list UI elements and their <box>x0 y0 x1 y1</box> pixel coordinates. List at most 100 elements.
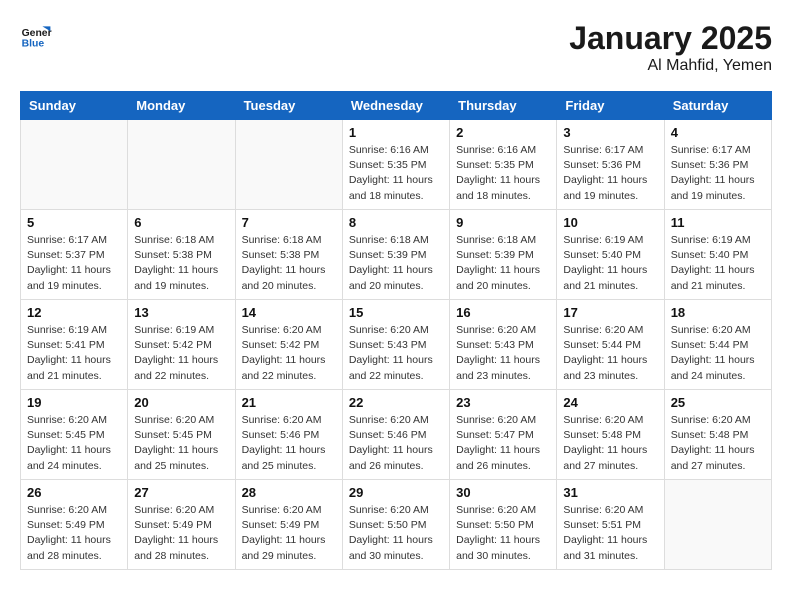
day-info: Sunrise: 6:20 AM Sunset: 5:50 PM Dayligh… <box>349 503 443 564</box>
day-info: Sunrise: 6:18 AM Sunset: 5:38 PM Dayligh… <box>134 233 228 294</box>
day-info: Sunrise: 6:18 AM Sunset: 5:38 PM Dayligh… <box>242 233 336 294</box>
day-info: Sunrise: 6:19 AM Sunset: 5:40 PM Dayligh… <box>563 233 657 294</box>
calendar-cell: 12 Sunrise: 6:19 AM Sunset: 5:41 PM Dayli… <box>21 300 128 390</box>
day-info: Sunrise: 6:20 AM Sunset: 5:46 PM Dayligh… <box>349 413 443 474</box>
calendar-title: January 2025 Al Mahfid, Yemen <box>569 20 772 75</box>
calendar-cell: 20Sunrise: 6:20 AM Sunset: 5:45 PM Dayli… <box>128 390 235 480</box>
calendar-cell: 14Sunrise: 6:20 AM Sunset: 5:42 PM Dayli… <box>235 300 342 390</box>
week-row-3: 12 Sunrise: 6:19 AM Sunset: 5:41 PM Dayli… <box>21 300 772 390</box>
calendar-cell <box>664 480 771 570</box>
day-header-thursday: Thursday <box>450 92 557 120</box>
day-info: Sunrise: 6:20 AM Sunset: 5:43 PM Dayligh… <box>349 323 443 384</box>
day-header-sunday: Sunday <box>21 92 128 120</box>
week-row-2: 5 Sunrise: 6:17 AM Sunset: 5:37 PM Daylig… <box>21 210 772 300</box>
calendar-cell: 16 Sunrise: 6:20 AM Sunset: 5:43 PM Dayli… <box>450 300 557 390</box>
day-info: Sunrise: 6:20 AM Sunset: 5:49 PM Dayligh… <box>242 503 336 564</box>
calendar-cell: 28 Sunrise: 6:20 AM Sunset: 5:49 PM Dayli… <box>235 480 342 570</box>
calendar-cell: 17 Sunrise: 6:20 AM Sunset: 5:44 PM Dayli… <box>557 300 664 390</box>
day-info: Sunrise: 6:20 AM Sunset: 5:47 PM Dayligh… <box>456 413 550 474</box>
day-info: Sunrise: 6:19 AM Sunset: 5:42 PM Dayligh… <box>134 323 228 384</box>
page-header: General Blue January 2025 Al Mahfid, Yem… <box>20 20 772 75</box>
day-header-monday: Monday <box>128 92 235 120</box>
calendar-cell: 29 Sunrise: 6:20 AM Sunset: 5:50 PM Dayli… <box>342 480 449 570</box>
day-number: 28 <box>242 485 336 500</box>
day-info: Sunrise: 6:20 AM Sunset: 5:46 PM Dayligh… <box>242 413 336 474</box>
day-header-wednesday: Wednesday <box>342 92 449 120</box>
day-number: 30 <box>456 485 550 500</box>
day-info: Sunrise: 6:19 AM Sunset: 5:41 PM Dayligh… <box>27 323 121 384</box>
calendar-cell: 25Sunrise: 6:20 AM Sunset: 5:48 PM Dayli… <box>664 390 771 480</box>
day-number: 27 <box>134 485 228 500</box>
day-number: 10 <box>563 215 657 230</box>
calendar-cell: 2 Sunrise: 6:16 AM Sunset: 5:35 PM Daylig… <box>450 120 557 210</box>
calendar-cell: 27 Sunrise: 6:20 AM Sunset: 5:49 PM Dayli… <box>128 480 235 570</box>
calendar-cell: 24Sunrise: 6:20 AM Sunset: 5:48 PM Dayli… <box>557 390 664 480</box>
week-row-1: 1 Sunrise: 6:16 AM Sunset: 5:35 PM Daylig… <box>21 120 772 210</box>
calendar-cell: 6 Sunrise: 6:18 AM Sunset: 5:38 PM Daylig… <box>128 210 235 300</box>
logo-icon: General Blue <box>20 20 52 52</box>
day-number: 3 <box>563 125 657 140</box>
calendar-cell <box>128 120 235 210</box>
day-info: Sunrise: 6:20 AM Sunset: 5:48 PM Dayligh… <box>563 413 657 474</box>
day-number: 15 <box>349 305 443 320</box>
day-number: 11 <box>671 215 765 230</box>
calendar-table: SundayMondayTuesdayWednesdayThursdayFrid… <box>20 91 772 570</box>
day-info: Sunrise: 6:16 AM Sunset: 5:35 PM Dayligh… <box>456 143 550 204</box>
calendar-cell: 23Sunrise: 6:20 AM Sunset: 5:47 PM Dayli… <box>450 390 557 480</box>
calendar-cell: 21Sunrise: 6:20 AM Sunset: 5:46 PM Dayli… <box>235 390 342 480</box>
day-number: 18 <box>671 305 765 320</box>
day-number: 31 <box>563 485 657 500</box>
calendar-cell: 9 Sunrise: 6:18 AM Sunset: 5:39 PM Daylig… <box>450 210 557 300</box>
day-info: Sunrise: 6:17 AM Sunset: 5:37 PM Dayligh… <box>27 233 121 294</box>
day-info: Sunrise: 6:20 AM Sunset: 5:43 PM Dayligh… <box>456 323 550 384</box>
svg-text:General: General <box>22 28 52 39</box>
day-info: Sunrise: 6:16 AM Sunset: 5:35 PM Dayligh… <box>349 143 443 204</box>
day-number: 5 <box>27 215 121 230</box>
logo: General Blue <box>20 20 52 52</box>
day-info: Sunrise: 6:20 AM Sunset: 5:44 PM Dayligh… <box>671 323 765 384</box>
day-number: 6 <box>134 215 228 230</box>
day-info: Sunrise: 6:20 AM Sunset: 5:44 PM Dayligh… <box>563 323 657 384</box>
calendar-cell: 15 Sunrise: 6:20 AM Sunset: 5:43 PM Dayli… <box>342 300 449 390</box>
day-info: Sunrise: 6:20 AM Sunset: 5:45 PM Dayligh… <box>27 413 121 474</box>
day-info: Sunrise: 6:20 AM Sunset: 5:42 PM Dayligh… <box>242 323 336 384</box>
calendar-cell <box>235 120 342 210</box>
calendar-cell <box>21 120 128 210</box>
calendar-header-row: SundayMondayTuesdayWednesdayThursdayFrid… <box>21 92 772 120</box>
day-number: 1 <box>349 125 443 140</box>
calendar-cell: 8Sunrise: 6:18 AM Sunset: 5:39 PM Daylig… <box>342 210 449 300</box>
day-header-friday: Friday <box>557 92 664 120</box>
calendar-cell: 18 Sunrise: 6:20 AM Sunset: 5:44 PM Dayli… <box>664 300 771 390</box>
calendar-cell: 3Sunrise: 6:17 AM Sunset: 5:36 PM Daylig… <box>557 120 664 210</box>
calendar-cell: 11 Sunrise: 6:19 AM Sunset: 5:40 PM Dayli… <box>664 210 771 300</box>
day-info: Sunrise: 6:17 AM Sunset: 5:36 PM Dayligh… <box>671 143 765 204</box>
calendar-cell: 26 Sunrise: 6:20 AM Sunset: 5:49 PM Dayli… <box>21 480 128 570</box>
day-info: Sunrise: 6:20 AM Sunset: 5:49 PM Dayligh… <box>27 503 121 564</box>
day-info: Sunrise: 6:20 AM Sunset: 5:48 PM Dayligh… <box>671 413 765 474</box>
day-number: 16 <box>456 305 550 320</box>
svg-text:Blue: Blue <box>22 38 45 49</box>
calendar-cell: 7 Sunrise: 6:18 AM Sunset: 5:38 PM Daylig… <box>235 210 342 300</box>
day-number: 17 <box>563 305 657 320</box>
day-number: 4 <box>671 125 765 140</box>
day-number: 2 <box>456 125 550 140</box>
week-row-4: 19 Sunrise: 6:20 AM Sunset: 5:45 PM Dayli… <box>21 390 772 480</box>
day-number: 9 <box>456 215 550 230</box>
calendar-cell: 30Sunrise: 6:20 AM Sunset: 5:50 PM Dayli… <box>450 480 557 570</box>
calendar-cell: 19 Sunrise: 6:20 AM Sunset: 5:45 PM Dayli… <box>21 390 128 480</box>
calendar-cell: 10 Sunrise: 6:19 AM Sunset: 5:40 PM Dayli… <box>557 210 664 300</box>
day-info: Sunrise: 6:20 AM Sunset: 5:51 PM Dayligh… <box>563 503 657 564</box>
day-number: 13 <box>134 305 228 320</box>
month-year-title: January 2025 <box>569 20 772 57</box>
day-info: Sunrise: 6:19 AM Sunset: 5:40 PM Dayligh… <box>671 233 765 294</box>
day-number: 26 <box>27 485 121 500</box>
day-info: Sunrise: 6:20 AM Sunset: 5:49 PM Dayligh… <box>134 503 228 564</box>
day-info: Sunrise: 6:18 AM Sunset: 5:39 PM Dayligh… <box>456 233 550 294</box>
day-number: 12 <box>27 305 121 320</box>
day-number: 7 <box>242 215 336 230</box>
calendar-cell: 22Sunrise: 6:20 AM Sunset: 5:46 PM Dayli… <box>342 390 449 480</box>
day-number: 19 <box>27 395 121 410</box>
day-header-tuesday: Tuesday <box>235 92 342 120</box>
day-number: 29 <box>349 485 443 500</box>
day-number: 20 <box>134 395 228 410</box>
